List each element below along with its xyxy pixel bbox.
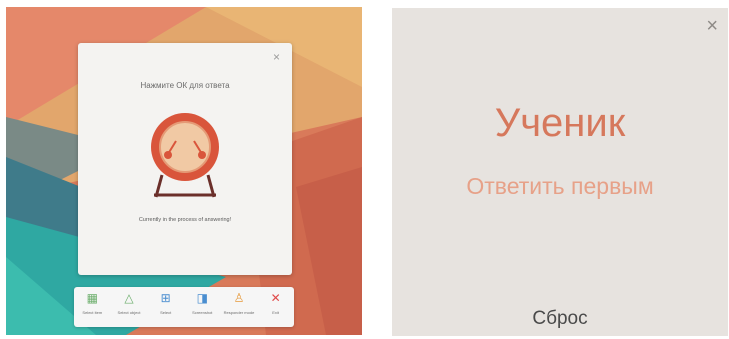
grid-icon: ▦: [86, 291, 98, 305]
answer-dialog: × Нажмите ОК для ответа Currently in the…: [78, 43, 292, 275]
toolbar-item-exit[interactable]: ✕ Exit: [259, 291, 293, 315]
toolbar-item-screenshot[interactable]: ◨ Screenshot: [185, 291, 219, 315]
drum-icon: [151, 113, 219, 198]
dialog-close-icon[interactable]: ×: [273, 51, 280, 63]
toolbar-item-label: Select object: [117, 310, 141, 315]
person-icon: ♙: [233, 291, 245, 305]
toolbar-item-label: Exit: [272, 310, 279, 315]
right-panel: × Ученик Ответить первым Сброс: [392, 8, 728, 336]
close-icon[interactable]: ×: [706, 16, 718, 36]
screenshot-icon: ◨: [196, 291, 208, 305]
toolbar-item-select-item[interactable]: ▦ Select item: [75, 291, 109, 315]
left-panel: × Нажмите ОК для ответа Currently in the…: [6, 7, 362, 335]
bottom-toolbar: ▦ Select item △ Select object ⊞ Select ◨…: [74, 287, 294, 327]
screenshot-root: × Нажмите ОК для ответа Currently in the…: [0, 0, 729, 339]
triangle-icon: △: [124, 291, 134, 305]
toolbar-item-label: Responder mode: [223, 310, 255, 315]
student-title: Ученик: [494, 101, 626, 145]
toolbar-item-label: Screenshot: [192, 310, 213, 315]
toolbar-item-select-object[interactable]: △ Select object: [112, 291, 146, 315]
reset-button[interactable]: Сброс: [510, 304, 610, 334]
dialog-title: Нажмите ОК для ответа: [140, 81, 230, 90]
close-icon: ✕: [270, 291, 281, 305]
answer-first-text: Ответить первым: [466, 173, 654, 199]
frame-icon: ⊞: [160, 291, 171, 305]
toolbar-item-label: Select item: [82, 310, 103, 315]
toolbar-item-label: Select: [160, 310, 172, 315]
toolbar-item-select[interactable]: ⊞ Select: [149, 291, 183, 315]
toolbar-item-responder[interactable]: ♙ Responder mode: [222, 291, 256, 315]
dialog-status-text: Currently in the process of answering!: [138, 217, 232, 223]
